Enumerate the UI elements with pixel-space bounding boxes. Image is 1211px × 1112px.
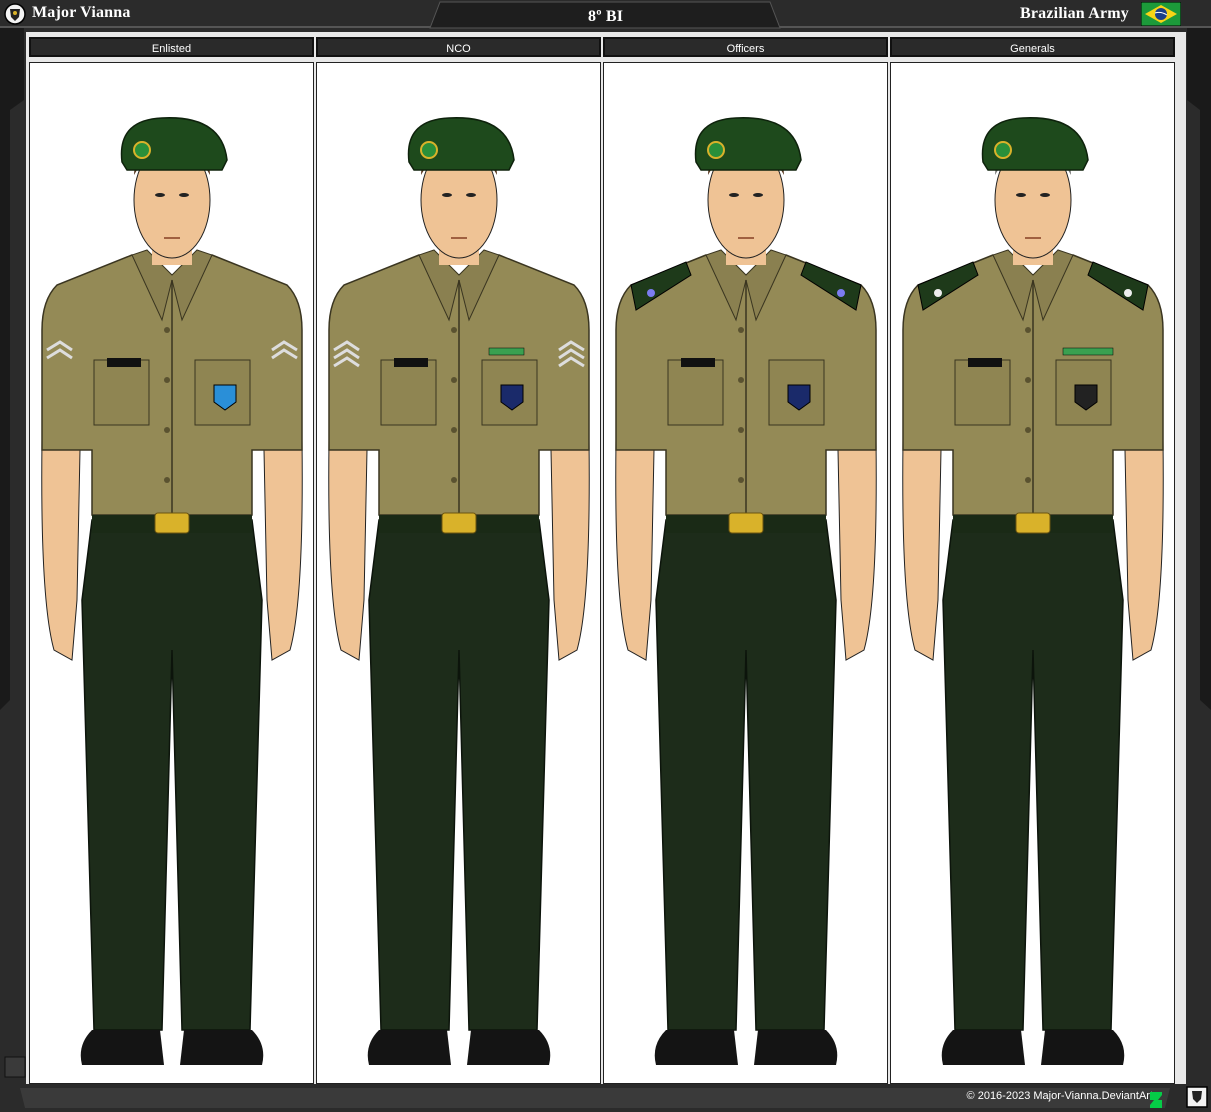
left-eye — [1016, 193, 1026, 197]
shirt-button — [164, 477, 170, 483]
ribbon-bar — [1062, 347, 1114, 356]
left-pocket — [380, 359, 437, 426]
shirt-button — [451, 427, 457, 433]
left-pocket — [954, 359, 1011, 426]
shirt-button — [164, 427, 170, 433]
copyright-text: © 2016-2023 Major-Vianna.DeviantArt — [966, 1090, 1153, 1102]
right-shoe — [754, 1030, 838, 1065]
shirt-button — [738, 477, 744, 483]
beret-badge — [994, 141, 1012, 159]
uniform-figures — [41, 117, 1164, 1065]
shirt-button — [451, 377, 457, 383]
right-shoe — [180, 1030, 264, 1065]
beret-badge — [420, 141, 438, 159]
army-crest-icon-footer — [1186, 1086, 1208, 1108]
right-eye — [1040, 193, 1050, 197]
belt-buckle — [1015, 512, 1051, 534]
shirt-button — [1025, 377, 1031, 383]
left-shoe — [654, 1030, 738, 1065]
name-tape — [107, 358, 141, 367]
frame-corner-icon — [4, 1056, 26, 1078]
soldier-figure — [902, 117, 1164, 1065]
left-pocket — [93, 359, 150, 426]
shirt-button — [164, 377, 170, 383]
rank-star — [934, 289, 942, 297]
trousers — [655, 519, 837, 1031]
name-tape — [681, 358, 715, 367]
left-shoe — [80, 1030, 164, 1065]
shirt-button — [451, 477, 457, 483]
shirt-button — [1025, 427, 1031, 433]
left-eye — [442, 193, 452, 197]
shirt-button — [738, 377, 744, 383]
trousers — [942, 519, 1124, 1031]
shirt-button — [1025, 327, 1031, 333]
shirt-button — [738, 327, 744, 333]
right-shoe — [1041, 1030, 1125, 1065]
belt-buckle — [441, 512, 477, 534]
left-pocket — [667, 359, 724, 426]
shirt-button — [164, 327, 170, 333]
beret-badge — [707, 141, 725, 159]
ribbon-bar — [488, 347, 525, 356]
shirt-button — [1025, 477, 1031, 483]
left-eye — [155, 193, 165, 197]
rank-star — [1124, 289, 1132, 297]
name-tape — [968, 358, 1002, 367]
right-shoe — [467, 1030, 551, 1065]
name-tape — [394, 358, 428, 367]
right-eye — [753, 193, 763, 197]
rank-star — [837, 289, 845, 297]
left-shoe — [367, 1030, 451, 1065]
shirt-button — [451, 327, 457, 333]
deviantart-icon — [1150, 1092, 1162, 1108]
rank-star — [647, 289, 655, 297]
right-eye — [466, 193, 476, 197]
right-eye — [179, 193, 189, 197]
belt-buckle — [728, 512, 764, 534]
soldier-figure — [41, 117, 303, 1065]
shirt-button — [738, 427, 744, 433]
belt-buckle — [154, 512, 190, 534]
soldier-figure — [328, 117, 590, 1065]
left-eye — [729, 193, 739, 197]
soldier-figure — [615, 117, 877, 1065]
trousers — [81, 519, 263, 1031]
left-shoe — [941, 1030, 1025, 1065]
trousers — [368, 519, 550, 1031]
beret-badge — [133, 141, 151, 159]
